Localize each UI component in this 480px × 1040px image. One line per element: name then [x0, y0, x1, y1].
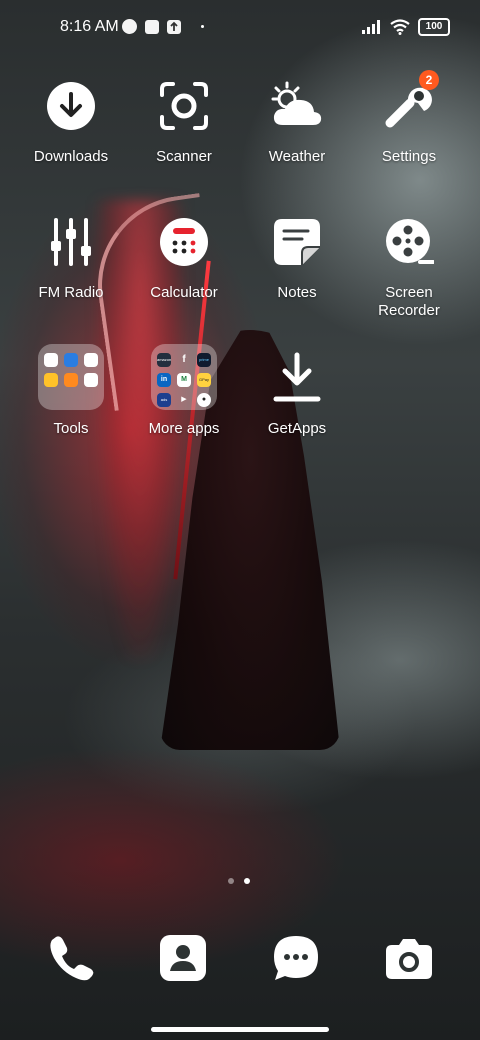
mini-app-icon: ▶	[181, 396, 187, 403]
app-weather[interactable]: Weather	[241, 78, 353, 166]
app-label: FM Radio	[38, 284, 104, 301]
film-reel-icon	[381, 214, 437, 270]
app-fm-radio[interactable]: FM Radio	[15, 214, 127, 302]
app-label: More apps	[148, 420, 220, 437]
mini-app-icon: in	[157, 373, 171, 387]
dock-phone[interactable]	[43, 930, 99, 986]
notification-badge: 2	[419, 70, 439, 90]
folder-more-apps[interactable]: amazon f prime in M GPay ads ▶ ● More ap…	[128, 344, 240, 438]
mini-app-icon: amazon	[157, 353, 171, 367]
mini-app-icon	[44, 353, 58, 367]
dock-camera[interactable]	[381, 930, 437, 986]
page-dot-active[interactable]	[244, 878, 250, 884]
app-settings[interactable]: 2 Settings	[353, 70, 465, 166]
wifi-icon	[390, 19, 410, 35]
upload-icon	[167, 19, 181, 34]
mini-app-icon: GPay	[197, 373, 211, 387]
weather-icon	[269, 78, 325, 134]
page-dot[interactable]	[228, 878, 234, 884]
contacts-icon	[160, 935, 206, 981]
camera-icon	[386, 939, 432, 979]
getapps-download-icon	[269, 344, 325, 410]
mini-app-icon: M	[177, 373, 191, 387]
mini-app-icon	[84, 373, 98, 387]
app-screen-recorder[interactable]: Screen Recorder	[353, 214, 465, 320]
app-label: Settings	[381, 148, 437, 165]
folder-icon: amazon f prime in M GPay ads ▶ ●	[151, 344, 217, 410]
app-label: Screen Recorder	[378, 284, 440, 319]
equalizer-icon	[43, 214, 99, 270]
phone-icon	[50, 936, 94, 981]
page-indicator	[228, 878, 250, 884]
mini-app-icon: f	[182, 354, 186, 365]
folder-tools[interactable]: Tools	[15, 344, 127, 438]
dock-messages[interactable]	[268, 930, 324, 986]
scanner-icon	[156, 78, 212, 134]
app-notes[interactable]: Notes	[241, 214, 353, 302]
mini-app-icon: ads	[157, 393, 171, 407]
app-label: Scanner	[156, 148, 212, 165]
mini-app-icon	[44, 373, 58, 387]
dock-contacts[interactable]	[155, 930, 211, 986]
mini-app-icon: ●	[197, 393, 211, 407]
dot-icon	[201, 25, 204, 28]
battery-icon: 100	[418, 18, 450, 36]
messages-icon	[274, 936, 318, 980]
mini-app-icon: prime	[197, 353, 211, 367]
app-calculator[interactable]: Calculator	[128, 214, 240, 302]
notes-icon	[269, 214, 325, 270]
home-indicator[interactable]	[151, 1027, 329, 1032]
app-label: Tools	[53, 420, 89, 437]
notification-square-icon	[145, 19, 159, 34]
mini-app-icon	[64, 373, 78, 387]
mini-app-icon	[64, 353, 78, 367]
download-icon	[43, 78, 99, 134]
app-label: Notes	[277, 284, 317, 301]
app-label: GetApps	[267, 420, 327, 437]
app-label: Downloads	[33, 148, 109, 165]
mini-app-icon	[84, 353, 98, 367]
status-time: 8:16 AM	[60, 18, 119, 35]
signal-icon	[362, 20, 380, 34]
wrench-icon: 2	[381, 70, 439, 134]
calculator-icon	[156, 214, 212, 270]
status-bar: 8:16 AM 100	[0, 0, 480, 56]
app-scanner[interactable]: Scanner	[128, 78, 240, 166]
app-label: Calculator	[150, 284, 218, 301]
folder-icon	[38, 344, 104, 410]
alarm-icon	[122, 19, 137, 34]
app-getapps[interactable]: GetApps	[241, 344, 353, 438]
app-label: Weather	[268, 148, 326, 165]
app-downloads[interactable]: Downloads	[15, 78, 127, 166]
